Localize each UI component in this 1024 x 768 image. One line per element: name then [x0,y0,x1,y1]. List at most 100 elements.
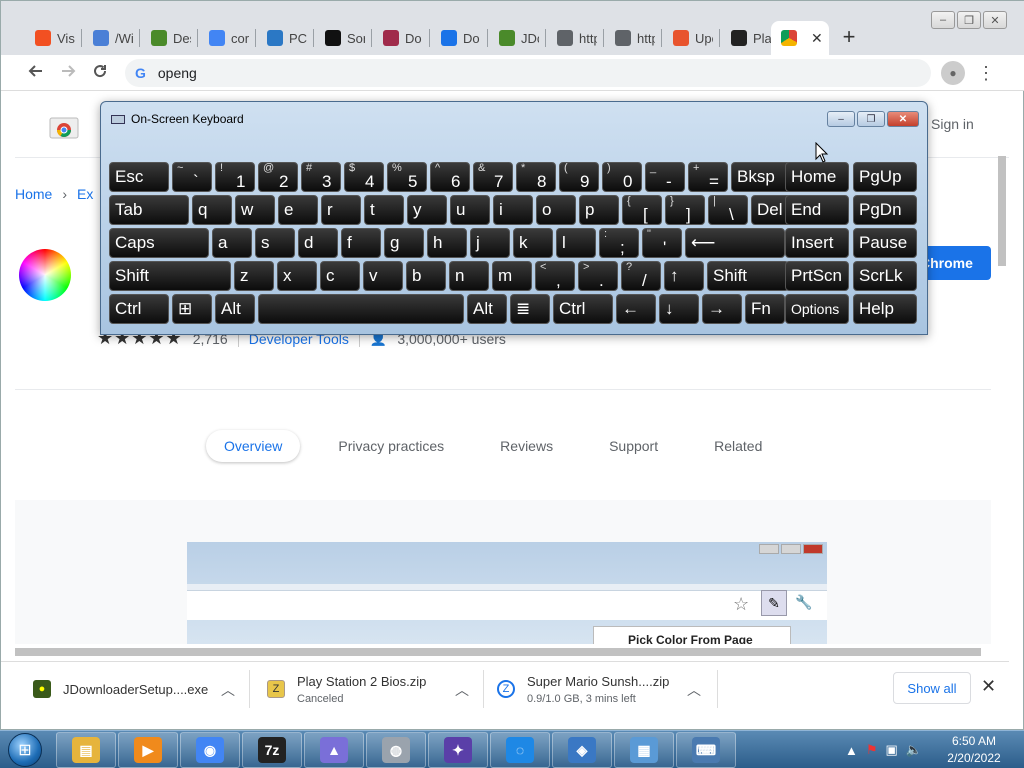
osk-key[interactable]: Pause [853,228,917,258]
chevron-up-icon[interactable]: ︿ [221,680,235,700]
browser-tab[interactable]: Des [141,21,197,55]
maximize-button[interactable]: ❐ [957,11,981,29]
osk-key[interactable]: Shift [707,261,789,291]
osk-key[interactable]: Home [785,162,849,192]
osk-key[interactable]: ~ ` [172,162,212,192]
osk-maximize-button[interactable]: ❐ [857,111,885,127]
osk-key[interactable]: l [556,228,596,258]
osk-key[interactable]: o [536,195,576,225]
osk-key[interactable]: Help [853,294,917,324]
osk-key[interactable]: PgDn [853,195,917,225]
browser-tab[interactable]: Upc [663,21,719,55]
osk-key[interactable]: Tab [109,195,189,225]
osk-key[interactable]: Ctrl [553,294,613,324]
osk-key[interactable]: ⟵ [685,228,785,258]
browser-menu-icon[interactable]: ⋮ [977,61,995,85]
osk-minimize-button[interactable]: – [827,111,855,127]
osk-key[interactable]: >. [578,261,618,291]
osk-key[interactable]: ⊞ [172,294,212,324]
osk-key[interactable]: ) 0 [602,162,642,192]
osk-key[interactable]: w [235,195,275,225]
start-button[interactable]: ⊞ [4,731,46,768]
forward-button[interactable] [57,62,79,84]
osk-titlebar[interactable]: On-Screen Keyboard [111,112,244,126]
browser-tab[interactable]: JDc [489,21,545,55]
taskbar-clock[interactable]: 6:50 AM 2/20/2022 [936,733,1012,767]
osk-key[interactable]: Bksp [731,162,791,192]
osk-key[interactable]: x [277,261,317,291]
breadcrumb-home[interactable]: Home [15,186,52,202]
action-center-flag-icon[interactable]: ⚑ [866,742,878,758]
new-tab-button[interactable]: + [839,25,859,49]
close-tab-icon[interactable]: ✕ [811,30,823,47]
taskbar-button[interactable]: ▶ [118,732,178,768]
close-window-button[interactable]: ✕ [983,11,1007,29]
osk-key[interactable]: Alt [215,294,255,324]
profile-avatar-icon[interactable]: ● [941,61,965,85]
osk-key[interactable]: ← [616,294,656,324]
back-button[interactable] [25,62,47,84]
osk-key[interactable]: | \ [708,195,748,225]
download-item[interactable]: Z Super Mario Sunsh....zip 0.9/1.0 GB, 3… [497,662,701,716]
osk-key[interactable]: & 7 [473,162,513,192]
osk-key[interactable]: t [364,195,404,225]
osk-close-button[interactable]: ✕ [887,111,919,127]
extension-screenshot[interactable]: ☆ ✎ 🔧 Pick Color From Page [187,542,827,644]
osk-key[interactable]: z [234,261,274,291]
osk-key[interactable]: k [513,228,553,258]
osk-key[interactable]: i [493,195,533,225]
osk-key[interactable]: " ' [642,228,682,258]
taskbar-button[interactable]: ▤ [56,732,116,768]
browser-tab[interactable]: PC [257,21,313,55]
taskbar-button[interactable]: ✦ [428,732,488,768]
osk-key[interactable]: h [427,228,467,258]
osk-key[interactable]: q [192,195,232,225]
vertical-scrollbar[interactable] [998,156,1006,266]
osk-key[interactable]: {[ [622,195,662,225]
osk-key[interactable]: m [492,261,532,291]
osk-key[interactable]: ↑ [664,261,704,291]
osk-key[interactable]: ^ 6 [430,162,470,192]
tab-privacy-practices[interactable]: Privacy practices [320,430,462,462]
osk-key[interactable]: r [321,195,361,225]
taskbar-button[interactable]: ◈ [552,732,612,768]
osk-key[interactable]: u [450,195,490,225]
osk-key[interactable]: #3 [301,162,341,192]
osk-key[interactable]: PgUp [853,162,917,192]
osk-key[interactable]: ? / [621,261,661,291]
browser-tab[interactable]: /Wi [83,21,139,55]
taskbar-button[interactable]: ▦ [614,732,674,768]
osk-key[interactable]: Shift [109,261,231,291]
chevron-up-icon[interactable]: ︿ [687,680,701,700]
osk-key[interactable]: @2 [258,162,298,192]
network-icon[interactable]: ▣ [886,742,898,758]
browser-tab[interactable]: http [605,21,661,55]
osk-key[interactable] [258,294,464,324]
taskbar-button[interactable]: 7z [242,732,302,768]
taskbar-button[interactable]: ▲ [304,732,364,768]
browser-tab[interactable]: Do [431,21,487,55]
osk-key[interactable]: Options [785,294,849,324]
tab-overview[interactable]: Overview [206,430,301,462]
osk-key[interactable]: s [255,228,295,258]
tab-reviews[interactable]: Reviews [482,430,571,462]
osk-key[interactable]: Ctrl [109,294,169,324]
osk-key[interactable]: n [449,261,489,291]
taskbar-button[interactable]: ◍ [366,732,426,768]
browser-tab[interactable]: cor [199,21,255,55]
close-icon[interactable]: ✕ [981,676,996,697]
browser-tab[interactable]: Pla [721,21,777,55]
osk-key[interactable]: p [579,195,619,225]
browser-tab[interactable]: http [547,21,603,55]
minimize-button[interactable]: – [931,11,955,29]
breadcrumb-extensions[interactable]: Ex [77,186,93,202]
osk-key[interactable]: a [212,228,252,258]
taskbar-button[interactable]: ◉ [180,732,240,768]
chevron-up-icon[interactable]: ︿ [455,680,469,700]
show-all-button[interactable]: Show all [893,672,971,704]
osk-key[interactable]: Esc [109,162,169,192]
osk-key[interactable]: _ - [645,162,685,192]
osk-key[interactable]: Insert [785,228,849,258]
osk-key[interactable]: b [406,261,446,291]
tab-related[interactable]: Related [696,430,780,462]
